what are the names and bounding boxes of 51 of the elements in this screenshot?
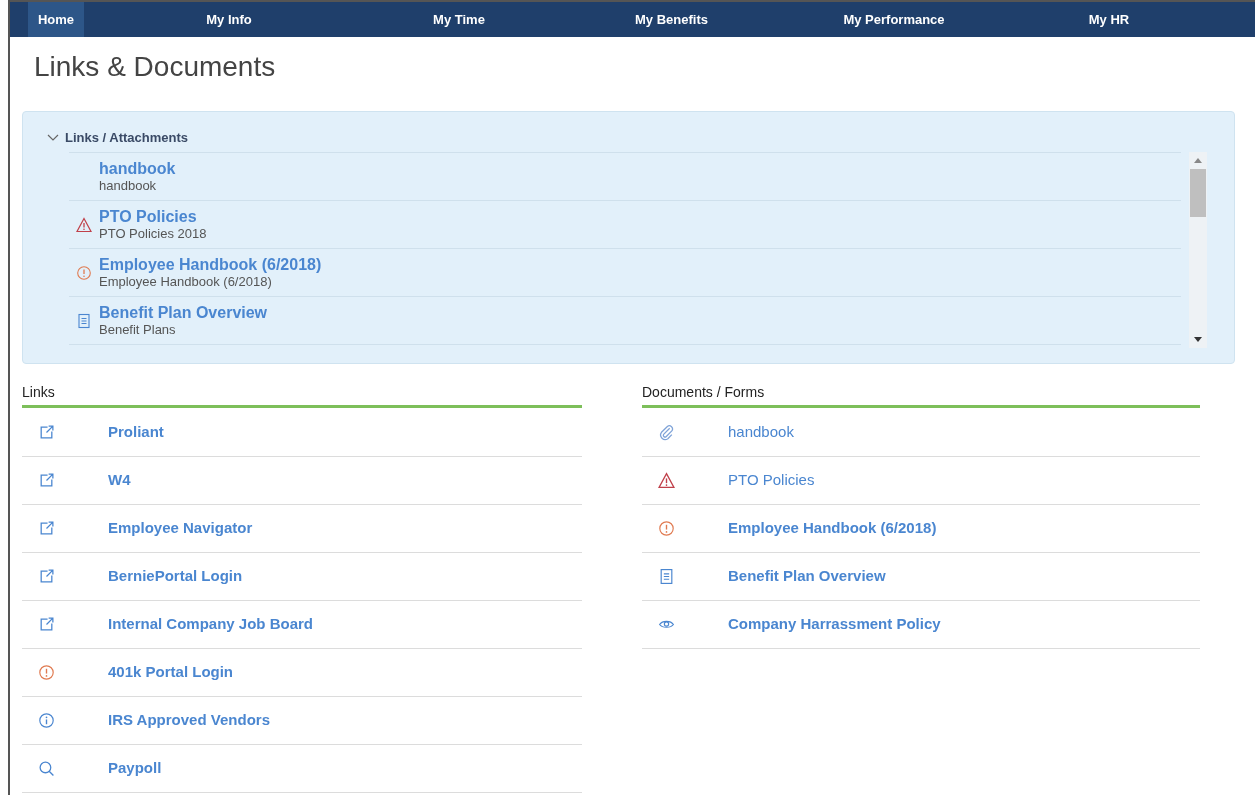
document-link[interactable]: 401k Portal Login	[108, 661, 234, 684]
nav-tab[interactable]: My Performance	[799, 2, 989, 37]
attachment-description: handbook	[99, 177, 158, 194]
document-icon	[76, 312, 92, 329]
document-link[interactable]: Employee Handbook (6/2018)	[728, 517, 937, 540]
nav-tab[interactable]: My Info	[84, 2, 374, 37]
document-link[interactable]: Internal Company Job Board	[108, 613, 314, 636]
attachment-link[interactable]: Benefit Plan Overview	[99, 303, 268, 322]
chevron-icon[interactable]	[47, 134, 59, 142]
paperclip-icon	[658, 424, 675, 441]
section-heading: Links	[22, 383, 56, 402]
warning-icon	[658, 472, 675, 489]
nav-tab[interactable]: My Time	[374, 2, 544, 37]
document-link[interactable]: PTO Policies	[728, 469, 815, 492]
scrollbar-thumb[interactable]	[1190, 169, 1206, 217]
section-heading: Links / Attachments	[65, 129, 189, 148]
section-heading: Documents / Forms	[642, 383, 766, 402]
document-link[interactable]: Employee Navigator	[108, 517, 253, 540]
document-link[interactable]: Benefit Plan Overview	[728, 565, 886, 588]
search-icon	[38, 760, 55, 777]
nav-tab[interactable]: Home	[28, 2, 84, 37]
scrollbar[interactable]	[1189, 152, 1207, 348]
attachment-link[interactable]: handbook	[99, 159, 176, 178]
document-link[interactable]: handbook	[728, 421, 794, 444]
document-link[interactable]: W4	[108, 469, 131, 492]
scroll-up-icon[interactable]	[1194, 158, 1202, 163]
info-icon	[38, 712, 55, 729]
document-icon	[658, 568, 675, 585]
nav-tab[interactable]: My HR	[989, 2, 1229, 37]
attachment-description: PTO Policies 2018	[99, 225, 207, 242]
attachment-link[interactable]: Employee Handbook (6/2018)	[99, 255, 322, 274]
document-link[interactable]: Paypoll	[108, 757, 162, 780]
page-title: Links & Documents	[34, 50, 277, 84]
nav-tab[interactable]: My Benefits	[544, 2, 799, 37]
document-link[interactable]: BerniePortal Login	[108, 565, 243, 588]
external-link-icon	[38, 616, 55, 633]
alert-icon	[38, 664, 55, 681]
alert-icon	[658, 520, 675, 537]
warning-icon	[76, 216, 92, 233]
attachment-link[interactable]: PTO Policies	[99, 207, 207, 226]
document-link[interactable]: Company Harrassment Policy	[728, 613, 941, 636]
external-link-icon	[38, 472, 55, 489]
document-link[interactable]: IRS Approved Vendors	[108, 709, 270, 732]
external-link-icon	[38, 520, 55, 537]
attachment-description: Benefit Plans	[99, 321, 177, 338]
scroll-down-icon[interactable]	[1194, 337, 1202, 342]
document-link[interactable]: Proliant	[108, 421, 164, 444]
alert-icon	[76, 264, 92, 281]
external-link-icon	[38, 424, 55, 441]
attachment-description: Employee Handbook (6/2018)	[99, 273, 273, 290]
external-link-icon	[38, 568, 55, 585]
